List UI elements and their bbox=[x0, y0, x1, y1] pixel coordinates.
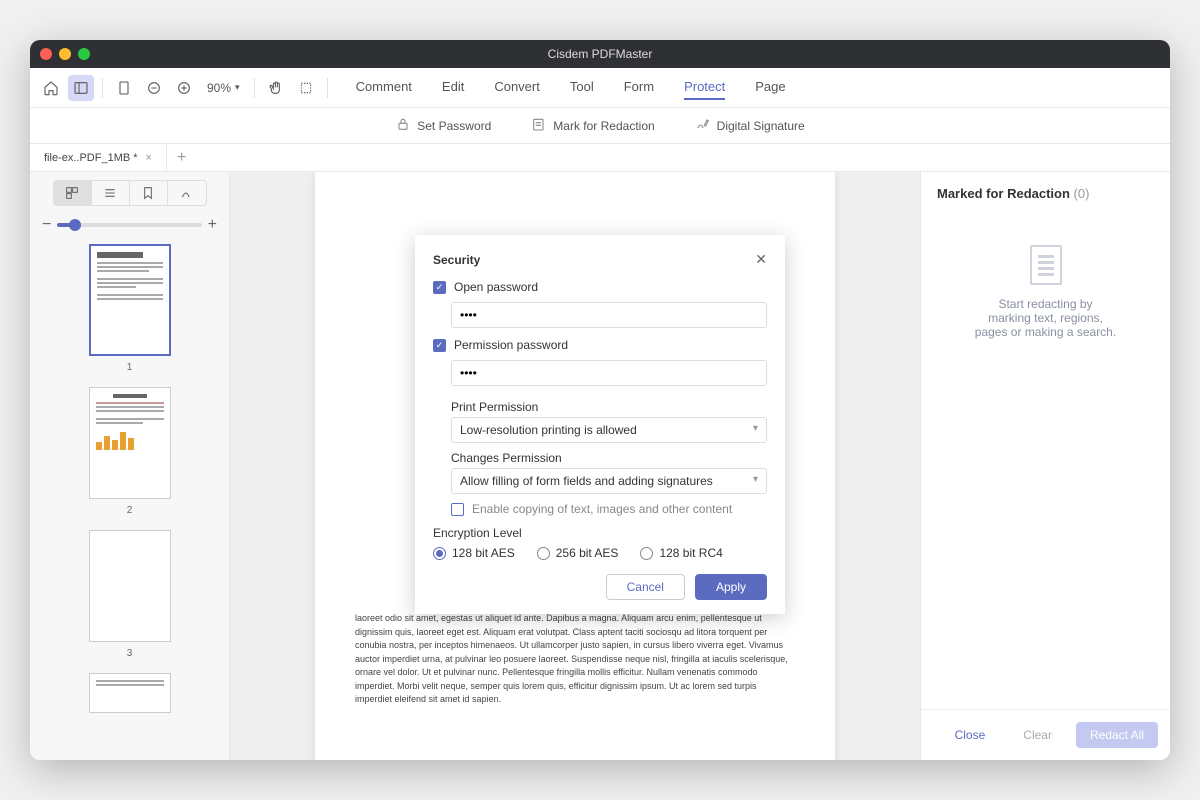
minimize-icon[interactable] bbox=[59, 48, 71, 60]
app-title: Cisdem PDFMaster bbox=[548, 47, 653, 61]
open-password-label: Open password bbox=[454, 280, 538, 294]
tab-page[interactable]: Page bbox=[755, 75, 785, 100]
enable-copy-checkbox[interactable] bbox=[451, 503, 464, 516]
close-icon[interactable] bbox=[40, 48, 52, 60]
redaction-clear-button[interactable]: Clear bbox=[1009, 722, 1066, 748]
document-icon bbox=[1030, 245, 1062, 285]
encryption-level-label: Encryption Level bbox=[433, 526, 767, 540]
cancel-button[interactable]: Cancel bbox=[606, 574, 685, 600]
file-tabs: file-ex..PDF_1MB * × + bbox=[30, 144, 1170, 172]
zoom-level[interactable]: 90% ▾ bbox=[201, 81, 246, 95]
thumbnails-view-icon[interactable] bbox=[54, 181, 92, 205]
thumb-number-3: 3 bbox=[127, 648, 133, 659]
bookmark-view-icon[interactable] bbox=[130, 181, 168, 205]
set-password-button[interactable]: Set Password bbox=[395, 116, 491, 135]
apply-button[interactable]: Apply bbox=[695, 574, 767, 600]
redaction-close-button[interactable]: Close bbox=[941, 722, 1000, 748]
file-tab[interactable]: file-ex..PDF_1MB * × bbox=[30, 144, 167, 171]
tab-convert[interactable]: Convert bbox=[494, 75, 540, 100]
permission-password-label: Permission password bbox=[454, 338, 568, 352]
home-icon[interactable] bbox=[38, 75, 64, 101]
permission-password-field[interactable] bbox=[451, 360, 767, 386]
maximize-icon[interactable] bbox=[78, 48, 90, 60]
outline-view-icon[interactable] bbox=[92, 181, 130, 205]
slider-plus-icon[interactable]: + bbox=[208, 216, 217, 234]
sidebar-view-toggle bbox=[53, 180, 207, 206]
thumbnail-zoom-slider[interactable] bbox=[57, 223, 201, 227]
zoom-in-icon[interactable] bbox=[171, 75, 197, 101]
digital-signature-button[interactable]: Digital Signature bbox=[695, 116, 805, 135]
print-permission-label: Print Permission bbox=[451, 400, 767, 414]
print-permission-select[interactable]: Low-resolution printing is allowed bbox=[451, 417, 767, 443]
close-tab-icon[interactable]: × bbox=[146, 152, 152, 164]
dialog-title: Security bbox=[433, 253, 480, 267]
redact-all-button[interactable]: Redact All bbox=[1076, 722, 1158, 748]
changes-permission-select[interactable]: Allow filling of form fields and adding … bbox=[451, 468, 767, 494]
enc-256-aes-radio[interactable]: 256 bit AES bbox=[537, 546, 619, 560]
thumb-number-1: 1 bbox=[127, 362, 133, 373]
sidebar-toggle-icon[interactable] bbox=[68, 75, 94, 101]
redaction-panel-title: Marked for Redaction (0) bbox=[921, 172, 1170, 215]
menu-tabs: Comment Edit Convert Tool Form Protect P… bbox=[356, 75, 786, 100]
dialog-close-icon[interactable]: ✕ bbox=[755, 251, 767, 268]
enc-128-aes-radio[interactable]: 128 bit AES bbox=[433, 546, 515, 560]
tab-comment[interactable]: Comment bbox=[356, 75, 412, 100]
thumbnail-1[interactable] bbox=[89, 244, 171, 356]
select-tool-icon[interactable] bbox=[293, 75, 319, 101]
thumbnail-4[interactable] bbox=[89, 673, 171, 713]
tab-protect[interactable]: Protect bbox=[684, 75, 725, 100]
open-password-field[interactable] bbox=[451, 302, 767, 328]
enc-128-rc4-radio[interactable]: 128 bit RC4 bbox=[640, 546, 722, 560]
protect-subtoolbar: Set Password Mark for Redaction Digital … bbox=[30, 108, 1170, 144]
add-tab-button[interactable]: + bbox=[167, 149, 196, 167]
tab-edit[interactable]: Edit bbox=[442, 75, 464, 100]
redaction-panel: Marked for Redaction (0) Start redacting… bbox=[920, 172, 1170, 760]
titlebar: Cisdem PDFMaster bbox=[30, 40, 1170, 68]
slider-minus-icon[interactable]: − bbox=[42, 216, 51, 234]
page-icon[interactable] bbox=[111, 75, 137, 101]
changes-permission-label: Changes Permission bbox=[451, 451, 767, 465]
zoom-out-icon[interactable] bbox=[141, 75, 167, 101]
app-window: Cisdem PDFMaster 90% ▾ Comment Edit Conv… bbox=[30, 40, 1170, 760]
open-password-checkbox[interactable] bbox=[433, 281, 446, 294]
redact-icon bbox=[531, 116, 547, 135]
signature-icon bbox=[695, 116, 711, 135]
tab-form[interactable]: Form bbox=[624, 75, 654, 100]
permission-password-checkbox[interactable] bbox=[433, 339, 446, 352]
hand-tool-icon[interactable] bbox=[263, 75, 289, 101]
mark-redaction-button[interactable]: Mark for Redaction bbox=[531, 116, 654, 135]
enable-copy-label: Enable copying of text, images and other… bbox=[472, 502, 732, 516]
thumbnail-3[interactable] bbox=[89, 530, 171, 642]
thumbnail-2[interactable] bbox=[89, 387, 171, 499]
lock-icon bbox=[395, 116, 411, 135]
main-toolbar: 90% ▾ Comment Edit Convert Tool Form Pro… bbox=[30, 68, 1170, 108]
security-dialog: Security ✕ Open password Permission pass… bbox=[415, 235, 785, 614]
sign-view-icon[interactable] bbox=[168, 181, 206, 205]
thumb-number-2: 2 bbox=[127, 505, 133, 516]
thumbnail-sidebar: − + 1 bbox=[30, 172, 230, 760]
tab-tool[interactable]: Tool bbox=[570, 75, 594, 100]
